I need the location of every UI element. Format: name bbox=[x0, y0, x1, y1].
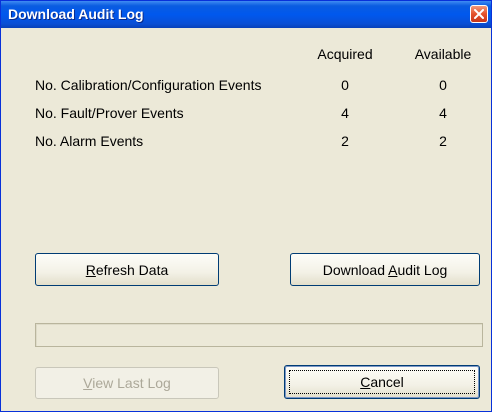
available-value: 2 bbox=[439, 133, 447, 149]
cancel-button[interactable]: Cancel bbox=[284, 365, 480, 399]
row-label: No. Alarm Events bbox=[35, 133, 144, 149]
dialog-window: Download Audit Log Acquired Available No… bbox=[0, 0, 492, 412]
available-value: 4 bbox=[439, 105, 447, 121]
close-x-icon bbox=[474, 9, 484, 19]
button-label: Download Audit Log bbox=[322, 261, 448, 278]
available-column-header: Available bbox=[414, 46, 472, 62]
acquired-value: 0 bbox=[341, 77, 349, 93]
acquired-value: 2 bbox=[341, 133, 349, 149]
button-label: View Last Log bbox=[83, 375, 171, 391]
table-row: No. Alarm Events 2 2 bbox=[1, 133, 492, 153]
download-audit-log-button[interactable]: Download Audit Log bbox=[290, 253, 480, 286]
view-last-log-button[interactable]: View Last Log bbox=[35, 367, 219, 399]
refresh-data-button[interactable]: Refresh Data bbox=[35, 253, 219, 286]
download-progress-bar bbox=[35, 323, 483, 347]
table-row: No. Fault/Prover Events 4 4 bbox=[1, 105, 492, 125]
row-label: No. Fault/Prover Events bbox=[35, 105, 184, 121]
button-label: Refresh Data bbox=[85, 261, 169, 278]
close-button[interactable] bbox=[470, 5, 488, 23]
table-row: No. Calibration/Configuration Events 0 0 bbox=[1, 77, 492, 97]
acquired-value: 4 bbox=[341, 105, 349, 121]
row-label: No. Calibration/Configuration Events bbox=[35, 77, 262, 93]
title-bar[interactable]: Download Audit Log bbox=[1, 1, 491, 28]
acquired-column-header: Acquired bbox=[317, 46, 373, 62]
focus-rectangle bbox=[289, 370, 475, 394]
window-title: Download Audit Log bbox=[8, 6, 144, 22]
available-value: 0 bbox=[439, 77, 447, 93]
